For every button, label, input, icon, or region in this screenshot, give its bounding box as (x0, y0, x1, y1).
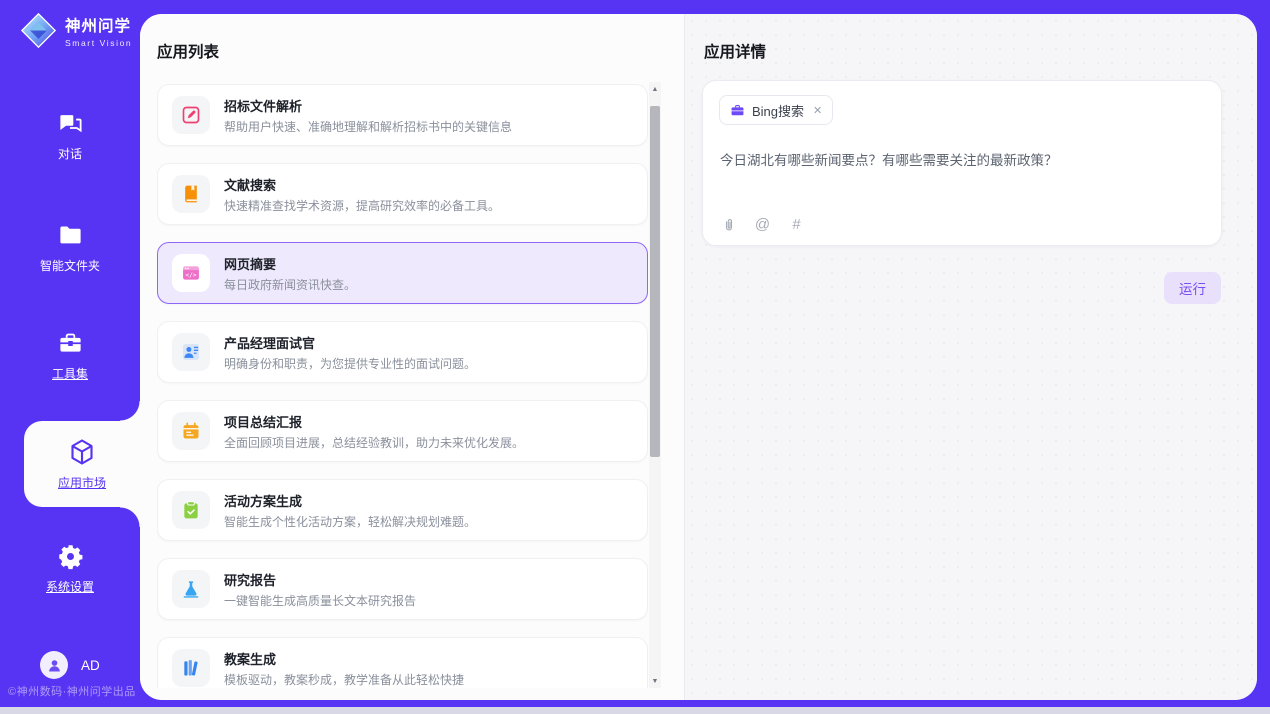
sidebar-item-label: 工具集 (52, 365, 88, 382)
app-card-title: 网页摘要 (224, 254, 356, 273)
app-card[interactable]: 研究报告 一键智能生成高质量长文本研究报告 (157, 558, 648, 620)
books-icon (172, 649, 210, 687)
brand: 神州问学 Smart Vision (20, 12, 132, 49)
svg-text:</>: </> (185, 272, 197, 279)
app-window: 神州问学 Smart Vision 对话 智能文件夹 工具集 应用市场 (0, 0, 1270, 714)
sidebar-item-app-market[interactable]: 应用市场 (24, 421, 140, 507)
app-background: 神州问学 Smart Vision 对话 智能文件夹 工具集 应用市场 (0, 0, 1270, 707)
folder-icon (57, 222, 84, 249)
app-card[interactable]: 产品经理面试官 明确身份和职责，为您提供专业性的面试问题。 (157, 321, 648, 383)
app-card-title: 招标文件解析 (224, 96, 512, 115)
sidebar-item-label: 应用市场 (58, 474, 106, 491)
app-list-panel: 应用列表 招标文件解析 帮助用户快速、准确地理解和解析招标书中的关键信息 文献搜… (140, 14, 684, 700)
prompt-input[interactable]: 今日湖北有哪些新闻要点？有哪些需要关注的最新政策？ (720, 149, 1201, 169)
prompt-composer: Bing搜索 ✕ 今日湖北有哪些新闻要点？有哪些需要关注的最新政策？ @ # (702, 80, 1222, 246)
app-card-title: 教案生成 (224, 649, 464, 668)
toolbox-icon (57, 330, 84, 357)
app-card-desc: 智能生成个性化活动方案，轻松解决规划难题。 (224, 513, 476, 530)
app-card[interactable]: 教案生成 模板驱动，教案秒成，教学准备从此轻松快捷 (157, 637, 648, 688)
app-detail-panel: 应用详情 Bing搜索 ✕ 今日湖北有哪些新闻要点？有哪些需要关注的最新政策？ … (684, 14, 1257, 700)
app-list: 招标文件解析 帮助用户快速、准确地理解和解析招标书中的关键信息 文献搜索 快速精… (157, 84, 648, 688)
scrollbar-thumb[interactable] (650, 106, 660, 457)
app-card-title: 活动方案生成 (224, 491, 476, 510)
app-list-title: 应用列表 (157, 40, 219, 62)
app-detail-title: 应用详情 (704, 40, 766, 62)
book-icon (172, 175, 210, 213)
brand-name: 神州问学 (65, 14, 132, 36)
app-card-title: 项目总结汇报 (224, 412, 524, 431)
app-card-desc: 快速精准查找学术资源，提高研究效率的必备工具。 (224, 197, 500, 214)
close-icon[interactable]: ✕ (813, 104, 822, 117)
app-card[interactable]: </> 网页摘要 每日政府新闻资讯快查。 (157, 242, 648, 304)
sidebar-item-label: 智能文件夹 (40, 257, 100, 274)
scroll-down-icon[interactable]: ▼ (649, 674, 661, 688)
app-card-desc: 全面回顾项目进展，总结经验教训，助力未来优化发展。 (224, 434, 524, 451)
app-card-desc: 一键智能生成高质量长文本研究报告 (224, 592, 416, 609)
app-card[interactable]: 文献搜索 快速精准查找学术资源，提高研究效率的必备工具。 (157, 163, 648, 225)
flask-icon (172, 570, 210, 608)
sidebar-item-settings[interactable]: 系统设置 (0, 543, 140, 595)
clipboard-check-icon (172, 491, 210, 529)
app-card[interactable]: 活动方案生成 智能生成个性化活动方案，轻松解决规划难题。 (157, 479, 648, 541)
paperclip-icon[interactable] (720, 216, 737, 233)
sidebar-item-smart-folder[interactable]: 智能文件夹 (0, 222, 140, 274)
app-card[interactable]: 招标文件解析 帮助用户快速、准确地理解和解析招标书中的关键信息 (157, 84, 648, 146)
at-icon[interactable]: @ (754, 216, 771, 233)
user-account[interactable]: AD (40, 651, 100, 679)
tool-tag-label: Bing搜索 (752, 101, 804, 120)
scrollbar[interactable]: ▲ ▼ (649, 82, 661, 688)
app-card-desc: 明确身份和职责，为您提供专业性的面试问题。 (224, 355, 476, 372)
sidebar-item-chat[interactable]: 对话 (0, 110, 140, 162)
pen-square-icon (172, 96, 210, 134)
main-panel: 应用列表 招标文件解析 帮助用户快速、准确地理解和解析招标书中的关键信息 文献搜… (140, 14, 1257, 700)
app-card[interactable]: 项目总结汇报 全面回顾项目进展，总结经验教训，助力未来优化发展。 (157, 400, 648, 462)
hash-icon[interactable]: # (788, 216, 805, 233)
avatar (40, 651, 68, 679)
user-initials: AD (81, 658, 100, 673)
sidebar-item-toolset[interactable]: 工具集 (0, 330, 140, 382)
sidebar: 神州问学 Smart Vision 对话 智能文件夹 工具集 应用市场 (0, 0, 140, 707)
scroll-up-icon[interactable]: ▲ (649, 82, 661, 96)
tool-tag-bing-search[interactable]: Bing搜索 ✕ (719, 95, 833, 125)
briefcase-icon (730, 103, 745, 118)
brand-subtitle: Smart Vision (65, 38, 132, 48)
cube-icon (67, 437, 97, 467)
chat-icon (57, 110, 84, 137)
run-button[interactable]: 运行 (1164, 272, 1221, 304)
sidebar-item-label: 系统设置 (46, 578, 94, 595)
app-card-title: 研究报告 (224, 570, 416, 589)
app-card-desc: 模板驱动，教案秒成，教学准备从此轻松快捷 (224, 671, 464, 688)
copyright-footer: ©神州数码·神州问学出品 (8, 683, 136, 699)
composer-toolbar: @ # (720, 216, 805, 233)
window-edge (0, 707, 1270, 714)
browser-code-icon: </> (172, 254, 210, 292)
person-icon (46, 657, 63, 674)
sidebar-item-label: 对话 (58, 145, 82, 162)
app-card-desc: 帮助用户快速、准确地理解和解析招标书中的关键信息 (224, 118, 512, 135)
diamond-logo-icon (20, 12, 57, 49)
interviewer-icon (172, 333, 210, 371)
app-card-title: 文献搜索 (224, 175, 500, 194)
app-card-desc: 每日政府新闻资讯快查。 (224, 276, 356, 293)
gear-icon (57, 543, 84, 570)
app-card-title: 产品经理面试官 (224, 333, 476, 352)
calendar-icon (172, 412, 210, 450)
